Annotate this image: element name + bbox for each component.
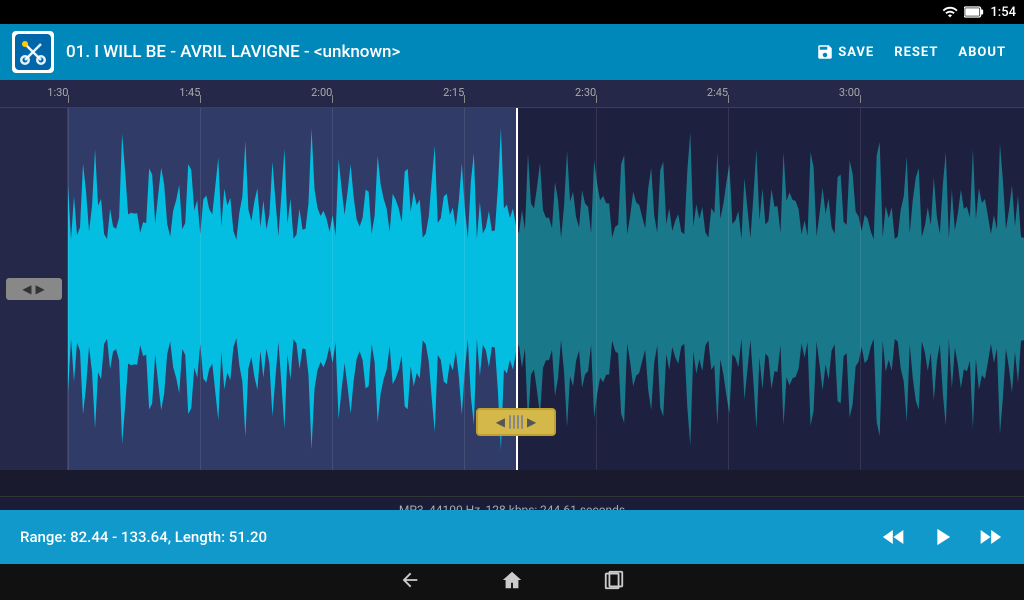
grid-line [464,108,465,470]
grid-line [200,108,201,470]
waveform-area[interactable]: 1:30 1:45 2:00 2:15 2:30 2:45 3:00 ◀ ▶ ◀ [0,80,1024,470]
ruler-label: 3:00 [839,86,860,99]
app-icon [12,31,54,73]
wifi-icon [942,4,958,20]
status-bar: 1:54 [0,0,1024,24]
rewind-icon [880,523,908,551]
recent-button[interactable] [603,569,625,596]
ruler-mark-1-30: 1:30 [68,95,69,103]
back-icon [399,569,421,591]
recent-icon [603,569,625,591]
play-button[interactable] [928,523,956,551]
timeline-ruler: 1:30 1:45 2:00 2:15 2:30 2:45 3:00 [0,80,1024,108]
ruler-label: 2:30 [575,86,596,99]
ruler-label: 1:30 [47,86,68,99]
grid-line [68,108,69,470]
play-icon [928,523,956,551]
app-logo-icon [15,34,51,70]
grid-line [332,108,333,470]
grid-line [596,108,597,470]
ruler-mark-2-15: 2:15 [464,95,465,103]
ruler-label: 2:45 [707,86,728,99]
about-button[interactable]: ABOUT [952,41,1012,64]
scroll-arrows: ◀ ▶ [22,282,44,296]
player-bar: Range: 82.44 - 133.64, Length: 51.20 [0,510,1024,564]
toolbar: 01. I WILL BE - AVRIL LAVIGNE - <unknown… [0,24,1024,80]
toolbar-buttons: SAVE RESET ABOUT [810,39,1012,65]
drag-left-arrow: ◀ [496,415,505,429]
reset-button[interactable]: RESET [888,41,944,64]
ruler-label: 2:00 [311,86,332,99]
home-button[interactable] [501,569,523,596]
status-time: 1:54 [990,5,1016,20]
drag-right-arrow: ▶ [527,415,536,429]
drag-handle[interactable]: ◀ ▶ [476,408,556,436]
save-icon [816,43,834,61]
save-button[interactable]: SAVE [810,39,880,65]
status-icons: 1:54 [942,4,1016,20]
ruler-mark-2-00: 2:00 [332,95,333,103]
track-title: 01. I WILL BE - AVRIL LAVIGNE - <unknown… [66,42,810,62]
grid-line [860,108,861,470]
forward-icon [976,523,1004,551]
ruler-mark-2-45: 2:45 [728,95,729,103]
scroll-handle[interactable]: ◀ ▶ [6,278,62,300]
ruler-mark-2-30: 2:30 [596,95,597,103]
range-text: Range: 82.44 - 133.64, Length: 51.20 [20,528,880,546]
drag-lines [509,415,523,429]
playback-controls [880,523,1004,551]
rewind-button[interactable] [880,523,908,551]
back-button[interactable] [399,569,421,596]
ruler-label: 2:15 [443,86,464,99]
battery-icon [964,5,984,19]
ruler-label: 1:45 [179,86,200,99]
ruler-mark-1-45: 1:45 [200,95,201,103]
ruler-mark-3-00: 3:00 [860,95,861,103]
home-icon [501,569,523,591]
left-scrollbar[interactable]: ◀ ▶ [0,108,68,470]
grid-line [728,108,729,470]
nav-bar [0,564,1024,600]
forward-button[interactable] [976,523,1004,551]
